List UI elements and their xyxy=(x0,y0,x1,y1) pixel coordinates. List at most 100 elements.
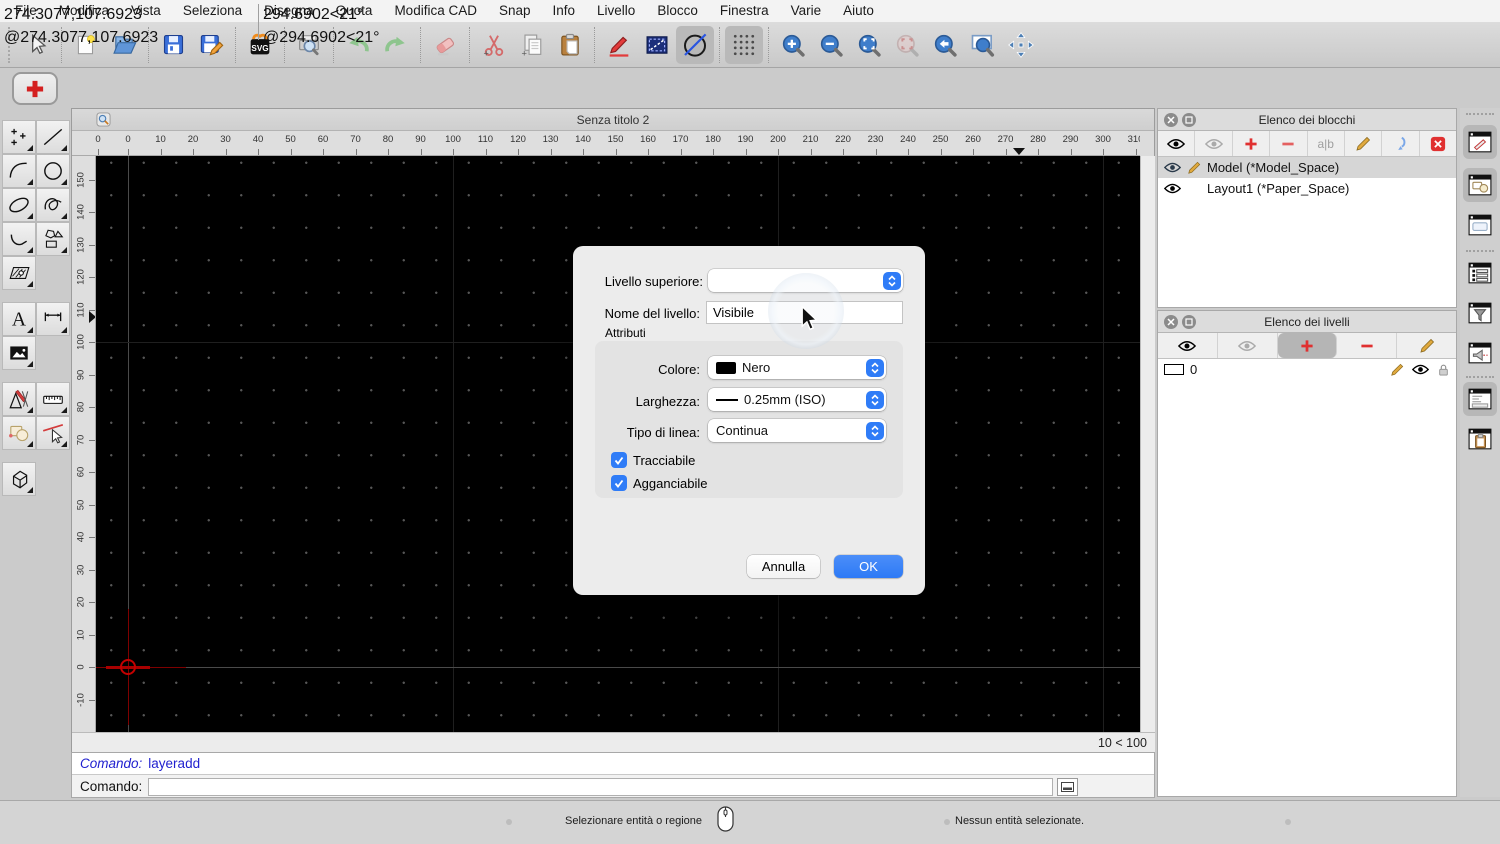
float-panel-icon[interactable] xyxy=(1182,315,1196,329)
menu-item[interactable]: Livello xyxy=(586,0,646,22)
layer-hide-all-button[interactable] xyxy=(1218,333,1278,358)
pencil-icon[interactable] xyxy=(1390,363,1404,377)
library-browser-toggle-button[interactable] xyxy=(1463,168,1497,202)
block-row-model[interactable]: Model (*Model_Space) xyxy=(1158,157,1456,178)
box3d-tool-button[interactable] xyxy=(2,462,36,496)
layer-add-pen-button[interactable] xyxy=(12,72,58,105)
layer-show-all-button[interactable] xyxy=(1158,333,1218,358)
layer-row-0[interactable]: 0 xyxy=(1158,359,1456,380)
attributes-group-label: Attributi xyxy=(605,326,646,340)
filter-toggle-button[interactable] xyxy=(1463,296,1497,330)
snappable-checkbox-label[interactable]: Agganciabile xyxy=(633,476,707,491)
close-icon[interactable] xyxy=(1164,315,1178,329)
block-rename-button[interactable]: a|b xyxy=(1308,131,1345,156)
linetype-value: Continua xyxy=(716,423,769,438)
close-icon[interactable] xyxy=(1164,113,1178,127)
menu-item[interactable]: Aiuto xyxy=(832,0,885,22)
zoom-selection-button[interactable] xyxy=(888,26,926,64)
block-hide-button[interactable] xyxy=(1195,131,1233,156)
hatch-tool-button[interactable] xyxy=(2,256,36,290)
color-popup[interactable]: Nero xyxy=(708,356,886,379)
shapes-tool-button[interactable] xyxy=(36,222,70,256)
redo-button[interactable] xyxy=(377,26,415,64)
select-region-tool-button[interactable] xyxy=(2,416,36,450)
lock-icon[interactable] xyxy=(1437,363,1450,377)
pan-button[interactable] xyxy=(1002,26,1040,64)
select-region-icon xyxy=(9,425,29,442)
cut-button[interactable]: + xyxy=(475,26,513,64)
block-add-button[interactable] xyxy=(1233,131,1271,156)
menu-item[interactable]: Varie xyxy=(780,0,833,22)
block-edit-button[interactable] xyxy=(1345,131,1383,156)
save-button[interactable] xyxy=(154,26,192,64)
linetype-popup[interactable]: Continua xyxy=(708,419,886,442)
layer-name-input[interactable] xyxy=(706,301,903,324)
polyline-tool-button[interactable] xyxy=(2,222,36,256)
block-row-layout1[interactable]: Layout1 (*Paper_Space) xyxy=(1158,178,1456,199)
keyboard-focus-button[interactable] xyxy=(1057,777,1079,796)
image-tool-button[interactable] xyxy=(2,336,36,370)
layer-list-toggle-button[interactable] xyxy=(1463,256,1497,290)
points-tool-button[interactable] xyxy=(2,120,36,154)
line-icon xyxy=(43,128,63,146)
draft-mode-button[interactable] xyxy=(676,25,714,64)
zoom-auto-button[interactable] xyxy=(850,26,888,64)
parent-layer-popup[interactable] xyxy=(708,269,903,292)
width-popup[interactable]: 0.25mm (ISO) xyxy=(708,388,886,411)
erase-button[interactable] xyxy=(426,26,464,64)
measure-tool-button[interactable] xyxy=(36,382,70,416)
layer-color-swatch xyxy=(1164,364,1184,375)
snappable-checkbox[interactable] xyxy=(611,475,627,491)
ellipse-tool-button[interactable] xyxy=(2,188,36,222)
paste-button[interactable] xyxy=(551,26,589,64)
red-plus-icon xyxy=(26,80,44,97)
spline-tool-button[interactable] xyxy=(36,188,70,222)
block-delete-button[interactable] xyxy=(1420,131,1456,156)
cancel-button[interactable]: Annulla xyxy=(747,555,820,578)
layer-remove-button[interactable] xyxy=(1337,333,1398,358)
grid-toggle-button[interactable] xyxy=(725,25,763,64)
command-widget-toggle-button[interactable] xyxy=(1463,382,1497,416)
block-show-button[interactable] xyxy=(1158,131,1196,156)
edit-entity-button[interactable] xyxy=(600,26,638,64)
traceable-checkbox-label[interactable]: Tracciabile xyxy=(633,453,695,468)
copy-button[interactable]: + xyxy=(513,26,551,64)
eye-icon[interactable] xyxy=(1412,364,1429,375)
arc-tool-button[interactable] xyxy=(2,154,36,188)
zoom-window-button[interactable] xyxy=(964,26,1002,64)
float-panel-icon[interactable] xyxy=(1182,113,1196,127)
menu-item[interactable]: Modifica CAD xyxy=(383,0,488,22)
block-insert-button[interactable] xyxy=(1382,131,1420,156)
block-remove-button[interactable] xyxy=(1270,131,1308,156)
menu-item[interactable]: Info xyxy=(542,0,587,22)
traceable-checkbox[interactable] xyxy=(611,452,627,468)
clipboard-panel-toggle-button[interactable] xyxy=(1463,422,1497,456)
menu-item[interactable]: Seleziona xyxy=(172,0,253,22)
dialog-panel-toggle-button[interactable] xyxy=(1463,208,1497,242)
menu-item[interactable]: Snap xyxy=(488,0,542,22)
polar-rel-coordinate: @294.6902<21° xyxy=(263,29,380,46)
block-list-toggle-button[interactable] xyxy=(1463,125,1497,159)
selection-tool-button[interactable] xyxy=(638,26,676,64)
vertical-scrollbar[interactable] xyxy=(1140,156,1155,732)
line-tool-button[interactable] xyxy=(36,120,70,154)
save-as-button[interactable] xyxy=(192,26,230,64)
select-entity-tool-button[interactable] xyxy=(36,416,70,450)
layer-add-button[interactable] xyxy=(1277,333,1338,358)
circle-tool-button[interactable] xyxy=(36,154,70,188)
zoom-out-button[interactable] xyxy=(812,26,850,64)
dimension-tool-button[interactable] xyxy=(36,302,70,336)
menu-item[interactable]: Blocco xyxy=(646,0,709,22)
layer-edit-button[interactable] xyxy=(1397,333,1456,358)
ok-button[interactable]: OK xyxy=(834,555,903,578)
zoom-previous-button[interactable] xyxy=(926,26,964,64)
modify-tool-button[interactable] xyxy=(2,382,36,416)
insert-arrow-icon xyxy=(1398,136,1406,150)
menu-item[interactable]: Finestra xyxy=(709,0,780,22)
command-input[interactable] xyxy=(148,777,1054,796)
announce-toggle-button[interactable] xyxy=(1463,336,1497,370)
eye-icon[interactable] xyxy=(1164,162,1181,173)
text-tool-button[interactable]: A xyxy=(2,302,36,336)
eye-icon[interactable] xyxy=(1164,183,1181,194)
zoom-in-button[interactable] xyxy=(774,26,812,64)
